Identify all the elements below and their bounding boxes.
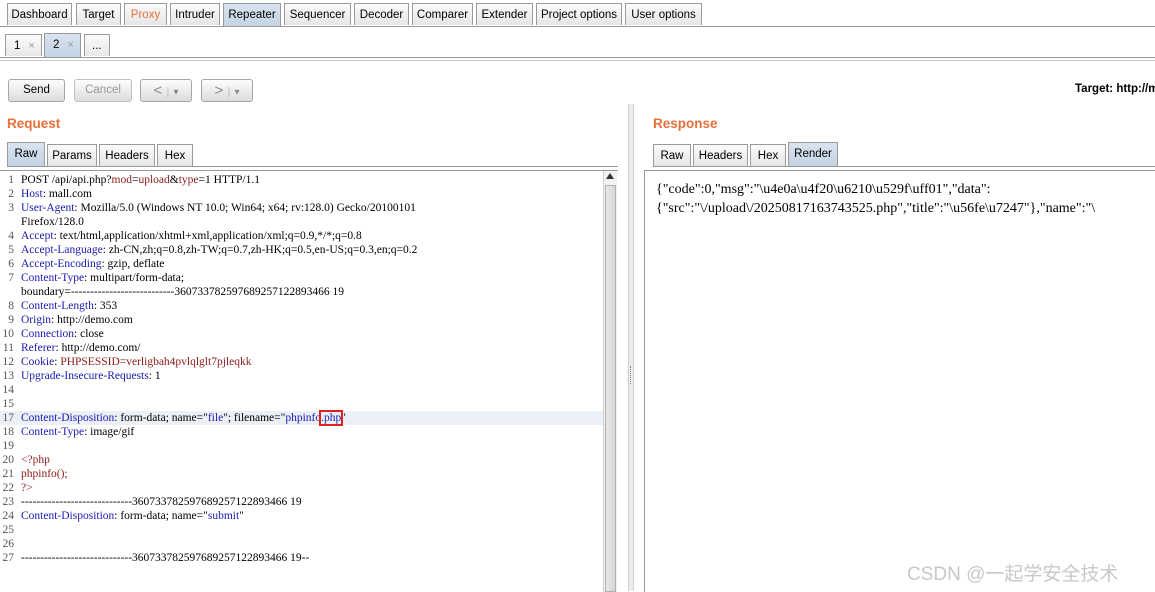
repeater-tab-label: 2 (53, 39, 60, 51)
request-tab-hex[interactable]: Hex (157, 144, 193, 166)
response-body: {"code":0,"msg":"\u4e0a\u4f20\u6210\u529… (656, 180, 1095, 218)
response-body-line: {"src":"\/upload\/20250817163743525.php"… (656, 201, 1096, 216)
tab-user-options[interactable]: User options (625, 3, 702, 25)
chevron-left-icon: < (153, 82, 163, 99)
tab-intruder[interactable]: Intruder (170, 3, 220, 25)
request-title: Request (7, 116, 61, 131)
forward-button[interactable]: > | ▾ (201, 79, 253, 102)
request-line: 25 (2, 524, 15, 536)
request-line: 3 User-Agent: Mozilla/5.0 (Windows NT 10.… (8, 202, 416, 214)
request-line-highlighted: 17 Content-Disposition: form-data; name="… (0, 410, 604, 426)
tab-comparer[interactable]: Comparer (412, 3, 473, 25)
main-tab-bar: Dashboard Target Proxy Intruder Repeater… (0, 0, 1155, 28)
close-icon[interactable]: × (67, 39, 73, 51)
request-line: 23 -----------------------------360733782… (2, 496, 302, 508)
request-line: 10 Connection: close (2, 328, 104, 340)
tab-sequencer[interactable]: Sequencer (284, 3, 351, 25)
request-scrollbar[interactable] (603, 171, 617, 592)
scrollbar-thumb[interactable] (605, 185, 616, 592)
response-title: Response (653, 116, 718, 131)
request-line: 26 (2, 538, 15, 550)
response-tab-divider (653, 166, 1155, 167)
repeater-tab-2[interactable]: 2 × (44, 33, 81, 57)
request-line: 14 (2, 384, 15, 396)
request-line: 18 Content-Type: image/gif (2, 426, 135, 438)
response-tab-raw[interactable]: Raw (653, 144, 691, 166)
request-tab-params[interactable]: Params (47, 144, 97, 166)
send-button[interactable]: Send (8, 79, 65, 102)
response-tab-headers[interactable]: Headers (693, 144, 748, 166)
tab-dashboard[interactable]: Dashboard (7, 3, 72, 25)
request-line: 27 -----------------------------360733782… (2, 552, 310, 564)
subtab-divider-secondary (0, 60, 1155, 61)
request-line: 7 Content-Type: multipart/form-data; (8, 272, 185, 284)
file-extension-highlight: .php (319, 410, 344, 426)
tab-target[interactable]: Target (76, 3, 121, 25)
request-line: 2 Host: mall.com (8, 188, 92, 200)
request-line: 21 phpinfo(); (2, 468, 68, 480)
split-pane-divider[interactable] (628, 104, 634, 591)
repeater-tab-bar: 1 × 2 × ... (0, 30, 1155, 60)
request-line: Firefox/128.0 (21, 216, 84, 228)
request-line: boundary=---------------------------3607… (21, 286, 344, 298)
tab-extender[interactable]: Extender (476, 3, 533, 25)
tab-decoder[interactable]: Decoder (354, 3, 409, 25)
response-tab-render[interactable]: Render (788, 142, 838, 166)
request-line: 15 (2, 398, 15, 410)
chevron-down-icon: ▾ (234, 87, 240, 98)
request-tab-divider (7, 166, 618, 167)
request-line: 6 Accept-Encoding: gzip, deflate (8, 258, 165, 270)
chevron-right-icon: > (214, 82, 224, 99)
request-line: 12 Cookie: PHPSESSID=verligbah4pvlqlglt7p… (2, 356, 252, 368)
close-icon[interactable]: × (28, 40, 34, 52)
request-line: 22 ?> (2, 482, 33, 494)
scroll-up-icon[interactable] (606, 173, 614, 179)
request-tab-raw[interactable]: Raw (7, 142, 45, 166)
cancel-button[interactable]: Cancel (74, 79, 132, 102)
tab-project-options[interactable]: Project options (536, 3, 622, 25)
response-body-line: {"code":0,"msg":"\u4e0a\u4f20\u6210\u529… (656, 182, 991, 197)
tab-proxy[interactable]: Proxy (124, 3, 167, 25)
request-line: 20 <?php (2, 454, 50, 466)
request-line: 13 Upgrade-Insecure-Requests: 1 (2, 370, 161, 382)
request-line: 19 (2, 440, 15, 452)
request-line: 8 Content-Length: 353 (8, 300, 118, 312)
request-line: 9 Origin: http://demo.com (8, 314, 133, 326)
new-repeater-tab[interactable]: ... (84, 34, 110, 56)
request-line: 5 Accept-Language: zh-CN,zh;q=0.8,zh-TW;q… (8, 244, 418, 256)
request-lines: 1 POST /api/api.php?mod=upload&type=1 HTT… (0, 173, 604, 565)
request-line: 1 POST /api/api.php?mod=upload&type=1 HTT… (8, 174, 260, 186)
tab-bar-divider (0, 26, 1155, 27)
chevron-down-icon: ▾ (173, 87, 179, 98)
request-editor[interactable]: 1 POST /api/api.php?mod=upload&type=1 HTT… (0, 170, 618, 592)
response-render-view[interactable]: {"code":0,"msg":"\u4e0a\u4f20\u6210\u529… (644, 170, 1155, 592)
request-line: 11 Referer: http://demo.com/ (2, 342, 141, 354)
repeater-tab-1[interactable]: 1 × (5, 34, 42, 56)
tab-repeater[interactable]: Repeater (223, 3, 281, 27)
watermark: CSDN @一起学安全技术 (907, 564, 1119, 585)
request-line: 4 Accept: text/html,application/xhtml+xml… (8, 230, 362, 242)
back-button[interactable]: < | ▾ (140, 79, 192, 102)
grip-icon (630, 366, 633, 384)
new-tab-label: ... (92, 40, 102, 52)
subtab-divider (0, 57, 1155, 58)
repeater-tab-label: 1 (14, 40, 21, 52)
request-tab-headers[interactable]: Headers (99, 144, 155, 166)
target-label[interactable]: Target: http://m (1075, 83, 1155, 95)
request-line: 24 Content-Disposition: form-data; name="… (2, 510, 244, 522)
response-tab-hex[interactable]: Hex (750, 144, 786, 166)
